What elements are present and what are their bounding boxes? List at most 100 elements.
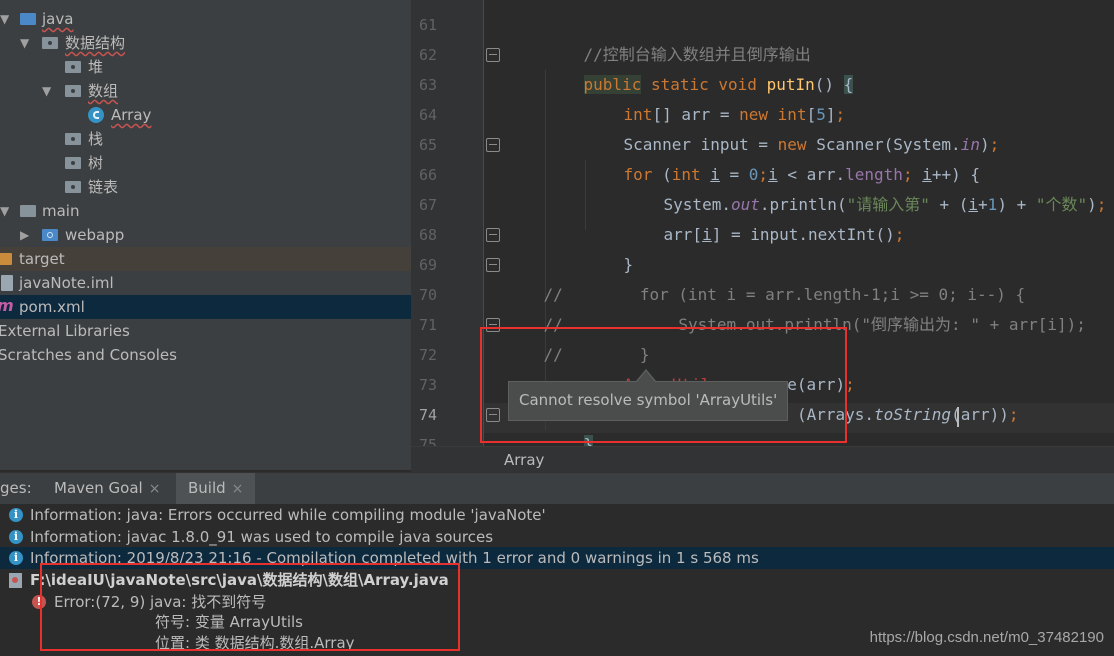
line-number: 71	[418, 316, 437, 334]
message-text: Information: java: Errors occurred while…	[30, 506, 546, 524]
folder-icon	[20, 205, 36, 217]
package-icon	[65, 157, 81, 169]
code-token: (arr))	[951, 405, 1009, 424]
tree-item-array-package[interactable]: ▼ 数组	[0, 79, 411, 103]
tree-item-label: 链表	[88, 178, 119, 196]
tree-item-pom-xml[interactable]: m pom.xml	[0, 295, 411, 319]
annotation-box-build-error	[40, 563, 460, 651]
tree-item-stack[interactable]: 栈	[0, 127, 411, 151]
line-number: 64	[418, 106, 437, 124]
tree-item-label: Array	[111, 106, 152, 124]
tree-item-label: 栈	[88, 130, 104, 148]
tree-item-label: javaNote.iml	[19, 274, 114, 292]
java-file-error-icon	[9, 573, 22, 588]
tree-item-webapp[interactable]: ▶ webapp	[0, 223, 411, 247]
info-icon: i	[9, 530, 23, 544]
tree-item-external-libraries[interactable]: External Libraries	[0, 319, 411, 343]
expand-arrow-icon[interactable]: ▼	[20, 31, 29, 55]
excluded-folder-icon	[0, 253, 12, 265]
tree-item-label: target	[19, 250, 65, 268]
expand-arrow-icon[interactable]: ▼	[0, 199, 9, 223]
tree-item-label: External Libraries	[0, 322, 130, 340]
package-icon	[65, 61, 81, 73]
code-number: 1	[987, 195, 998, 214]
tree-item-label: 堆	[88, 58, 104, 76]
tree-item-data-structures[interactable]: ▼ 数据结构	[0, 31, 411, 55]
tree-item-label: main	[42, 202, 80, 220]
tree-item-target[interactable]: target	[0, 247, 411, 271]
tree-item-label: Scratches and Consoles	[0, 346, 177, 364]
code-semicolon: ;	[894, 225, 905, 244]
line-number: 72	[418, 346, 437, 364]
tab-label: Maven Goal	[54, 479, 143, 497]
tree-item-java[interactable]: ▼ java	[0, 7, 411, 31]
line-number: 75	[418, 436, 437, 446]
tree-item-linked-list[interactable]: 链表	[0, 175, 411, 199]
code-semicolon: ;	[1008, 405, 1019, 424]
maven-file-icon: m	[0, 297, 14, 315]
code-line-67[interactable]: arr[i] = input.nextInt();	[625, 190, 905, 244]
loop-variable: i	[702, 225, 712, 244]
tree-item-label: 数组	[88, 82, 119, 100]
tree-item-main[interactable]: ▼ main	[0, 199, 411, 223]
tree-item-tree[interactable]: 树	[0, 151, 411, 175]
code-line-69[interactable]: // for (int i = arr.length-1;i >= 0; i--…	[505, 250, 1026, 304]
tab-label: Build	[188, 479, 226, 497]
line-number: 68	[418, 226, 437, 244]
line-number: 61	[418, 16, 437, 34]
tab-build[interactable]: Build ×	[176, 473, 256, 504]
tab-maven-goal[interactable]: Maven Goal ×	[44, 473, 170, 504]
code-semicolon: ;	[989, 135, 1000, 154]
build-message[interactable]: i Information: javac 1.8.0_91 was used t…	[0, 526, 1114, 548]
line-number: 70	[418, 286, 437, 304]
message-text: Information: javac 1.8.0_91 was used to …	[30, 528, 494, 546]
code-line-61[interactable]: //控制台输入数组并且倒序输出	[545, 10, 811, 64]
breadcrumb[interactable]: Array	[411, 446, 1114, 473]
expand-arrow-icon[interactable]: ▼	[42, 79, 51, 103]
code-token: )	[979, 135, 990, 154]
project-tree-panel: ▼ java ▼ 数据结构 堆 ▼ 数组 Array 栈 树 链表 ▼ main…	[0, 0, 411, 470]
code-line-63[interactable]: int[] arr = new int[5];	[585, 70, 846, 124]
build-message[interactable]: i Information: java: Errors occurred whi…	[0, 504, 1114, 526]
tree-item-heap[interactable]: 堆	[0, 55, 411, 79]
tree-item-label: webapp	[65, 226, 125, 244]
tree-item-label: pom.xml	[19, 298, 85, 316]
close-icon[interactable]: ×	[232, 481, 244, 497]
tabs-prefix: ges:	[0, 479, 32, 497]
fold-marker-icon[interactable]	[486, 228, 500, 242]
line-number: 62	[418, 46, 437, 64]
breadcrumb-item[interactable]: Array	[504, 447, 544, 473]
tree-item-scratches[interactable]: Scratches and Consoles	[0, 343, 411, 367]
text-cursor	[957, 407, 959, 427]
tree-item-label: 树	[88, 154, 104, 172]
package-icon	[42, 37, 58, 49]
code-token: ) +	[997, 195, 1036, 214]
fold-marker-icon[interactable]	[486, 138, 500, 152]
tool-window-tabs: ges: Maven Goal × Build ×	[0, 472, 1114, 504]
web-folder-icon	[42, 229, 58, 241]
package-icon	[65, 181, 81, 193]
line-number: 65	[418, 136, 437, 154]
fold-marker-icon[interactable]	[486, 48, 500, 62]
tree-item-javanote-iml[interactable]: javaNote.iml	[0, 271, 411, 295]
code-line-62[interactable]: public static void putIn() {	[545, 40, 854, 94]
line-number: 63	[418, 76, 437, 94]
code-semicolon: ;	[1096, 195, 1107, 214]
line-number: 67	[418, 196, 437, 214]
code-line-70[interactable]: // System.out.println("倒序输出为: " + arr[i]…	[505, 280, 1086, 334]
code-line-68[interactable]: }	[585, 220, 634, 274]
code-line-65[interactable]: for (int i = 0;i < arr.length; i++) {	[585, 130, 980, 184]
code-line-66[interactable]: System.out.println("请输入第" + (i+1) + "个数"…	[625, 160, 1107, 214]
code-token: ] = input.nextInt()	[711, 225, 895, 244]
fold-marker-icon[interactable]	[486, 258, 500, 272]
package-icon	[65, 85, 81, 97]
info-icon: i	[9, 551, 23, 565]
close-icon[interactable]: ×	[149, 481, 161, 497]
static-method: toString	[874, 405, 952, 424]
tree-item-array-class[interactable]: Array	[0, 103, 411, 127]
expand-arrow-icon[interactable]: ▼	[0, 7, 9, 31]
watermark: https://blog.csdn.net/m0_37482190	[869, 629, 1104, 646]
collapse-arrow-icon[interactable]: ▶	[20, 223, 29, 247]
string-literal: "个数"	[1035, 195, 1088, 214]
code-line-64[interactable]: Scanner input = new Scanner(System.in);	[585, 100, 1000, 154]
